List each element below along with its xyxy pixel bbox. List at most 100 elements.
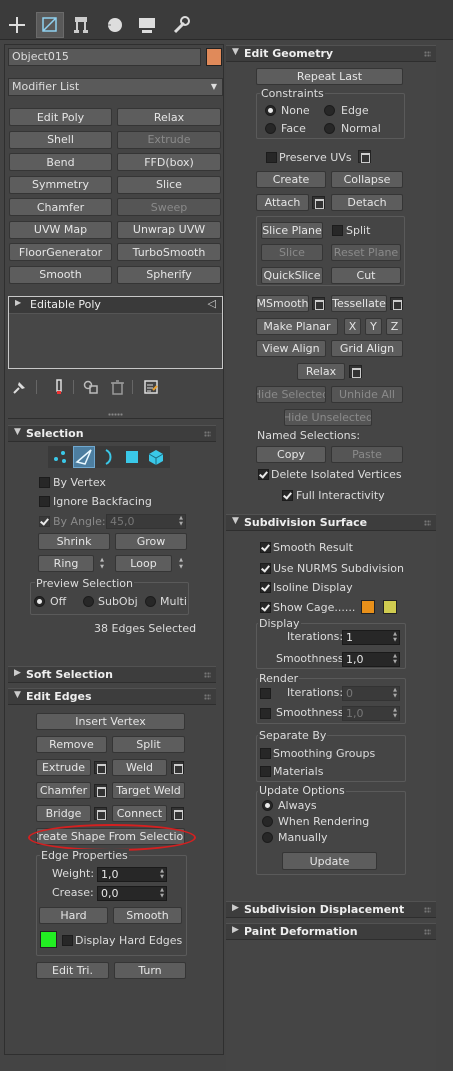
chamfer-button[interactable]: Chamfer <box>36 782 91 799</box>
smooth-button[interactable]: Smooth <box>113 907 182 924</box>
constraint-none-radio[interactable] <box>265 105 276 116</box>
connect-settings-icon[interactable] <box>171 807 184 820</box>
by-vertex-checkbox[interactable] <box>39 477 50 488</box>
modifier-button-relax[interactable]: Relax <box>117 108 221 126</box>
extrude-settings-icon[interactable] <box>94 761 107 774</box>
make-planar-button[interactable]: Make Planar <box>256 318 338 335</box>
update-button[interactable]: Update <box>282 852 377 870</box>
modifier-button-shell[interactable]: Shell <box>9 130 112 149</box>
update-always-radio[interactable] <box>262 800 273 811</box>
drag-grip-icon[interactable] <box>424 929 431 935</box>
show-end-result-icon[interactable] <box>50 378 72 400</box>
grow-button[interactable]: Grow <box>115 533 187 550</box>
hide-unselected-button[interactable]: Hide Unselected <box>284 409 372 426</box>
edit-geometry-rollout-header[interactable]: ▼ Edit Geometry <box>226 45 436 62</box>
unhide-all-button[interactable]: Unhide All <box>331 386 403 403</box>
hierarchy-tab-icon[interactable] <box>70 14 92 36</box>
render-smoothness-checkbox[interactable] <box>260 708 271 719</box>
motion-tab-icon[interactable] <box>104 14 126 36</box>
modifier-button-floorgenerator[interactable]: FloorGenerator <box>9 243 112 261</box>
modifier-button-bend[interactable]: Bend <box>9 153 112 171</box>
by-angle-spinner[interactable]: 45,0 <box>106 514 186 529</box>
modify-tab-icon[interactable] <box>36 12 64 38</box>
collapse-button[interactable]: Collapse <box>331 171 403 188</box>
loop-spinner-arrows[interactable]: ▲ ▼ <box>175 555 187 572</box>
panel-divider-grip[interactable] <box>108 413 123 416</box>
hard-edge-color-swatch[interactable] <box>40 931 57 948</box>
bridge-settings-icon[interactable] <box>94 807 107 820</box>
constraint-edge-radio[interactable] <box>324 105 335 116</box>
modifier-button-chamfer[interactable]: Chamfer <box>9 198 112 216</box>
split-button[interactable]: Split <box>112 736 185 753</box>
split-checkbox[interactable] <box>332 225 343 236</box>
modifier-button-slice[interactable]: Slice <box>117 175 221 194</box>
create-tab-icon[interactable] <box>6 14 28 36</box>
object-name-field[interactable]: Object015 <box>8 48 201 66</box>
edit-edges-rollout-header[interactable]: ▼ Edit Edges <box>8 688 216 705</box>
copy-button[interactable]: Copy <box>256 446 326 463</box>
weld-button[interactable]: Weld <box>112 759 167 776</box>
vertex-level-icon[interactable] <box>50 447 70 467</box>
selection-rollout-header[interactable]: ▼ Selection <box>8 425 216 442</box>
update-manually-radio[interactable] <box>262 832 273 843</box>
element-level-icon[interactable] <box>146 447 166 467</box>
hard-button[interactable]: Hard <box>39 907 108 924</box>
drag-grip-icon[interactable] <box>204 672 211 678</box>
show-cage-checkbox[interactable] <box>260 602 271 613</box>
display-hard-edges-checkbox[interactable] <box>62 935 73 946</box>
paint-deformation-rollout-header[interactable]: ▶ Paint Deformation <box>226 923 436 940</box>
smooth-result-checkbox[interactable] <box>260 542 271 553</box>
modifier-button-smooth[interactable]: Smooth <box>9 265 112 284</box>
modifier-button-sweep[interactable]: Sweep <box>117 198 221 216</box>
make-unique-icon[interactable] <box>82 378 104 400</box>
tessellate-settings-icon[interactable] <box>390 297 403 310</box>
msmooth-settings-icon[interactable] <box>312 297 325 310</box>
connect-button[interactable]: Connect <box>112 805 167 822</box>
drag-grip-icon[interactable] <box>424 51 431 57</box>
loop-button[interactable]: Loop <box>115 555 172 572</box>
modifier-button-uvw-map[interactable]: UVW Map <box>9 220 112 239</box>
soft-selection-rollout-header[interactable]: ▶ Soft Selection <box>8 666 216 683</box>
delete-isolated-vertices-checkbox[interactable] <box>258 469 269 480</box>
display-iterations-spinner[interactable]: 1 <box>342 630 400 645</box>
edge-level-icon[interactable] <box>73 446 95 468</box>
crease-spinner[interactable]: 0,0 <box>97 886 167 901</box>
paste-button[interactable]: Paste <box>331 446 403 463</box>
insert-vertex-button[interactable]: Insert Vertex <box>36 713 185 730</box>
attach-list-icon[interactable] <box>312 196 325 209</box>
isoline-display-checkbox[interactable] <box>260 582 271 593</box>
preview-off-radio[interactable] <box>34 596 45 607</box>
weight-spinner[interactable]: 1,0 <box>97 867 167 882</box>
by-angle-checkbox[interactable] <box>39 516 50 527</box>
planar-z-button[interactable]: Z <box>386 318 403 335</box>
full-interactivity-checkbox[interactable] <box>282 490 293 501</box>
drag-grip-icon[interactable] <box>424 907 431 913</box>
shrink-button[interactable]: Shrink <box>38 533 110 550</box>
modifier-list-dropdown[interactable]: Modifier List ▼ <box>8 78 223 96</box>
relax-settings-icon[interactable] <box>349 365 362 378</box>
stack-light-bulb-icon[interactable]: ◁ <box>208 297 216 310</box>
remove-button[interactable]: Remove <box>36 736 107 753</box>
target-weld-button[interactable]: Target Weld <box>112 782 185 799</box>
modifier-button-unwrap-uvw[interactable]: Unwrap UVW <box>117 220 221 239</box>
weld-settings-icon[interactable] <box>171 761 184 774</box>
render-smoothness-spinner[interactable]: 1,0 <box>342 706 400 721</box>
ring-button[interactable]: Ring <box>38 555 94 572</box>
remove-modifier-icon[interactable] <box>108 378 130 400</box>
slice-button[interactable]: Slice <box>261 244 323 261</box>
bridge-button[interactable]: Bridge <box>36 805 91 822</box>
modifier-button-edit-poly[interactable]: Edit Poly <box>9 108 112 126</box>
drag-grip-icon[interactable] <box>204 694 211 700</box>
subdivision-surface-rollout-header[interactable]: ▼ Subdivision Surface <box>226 514 436 531</box>
preserve-uvs-settings-icon[interactable] <box>358 150 371 163</box>
cage-color-swatch-1[interactable] <box>361 600 375 614</box>
display-smoothness-spinner[interactable]: 1,0 <box>342 652 400 667</box>
edit-tri-button[interactable]: Edit Tri. <box>36 962 109 979</box>
grid-align-button[interactable]: Grid Align <box>331 340 403 357</box>
modifier-button-turbosmooth[interactable]: TurboSmooth <box>117 243 221 261</box>
use-nurms-checkbox[interactable] <box>260 563 271 574</box>
materials-checkbox[interactable] <box>260 766 271 777</box>
render-iterations-checkbox[interactable] <box>260 688 271 699</box>
turn-button[interactable]: Turn <box>114 962 186 979</box>
smoothing-groups-checkbox[interactable] <box>260 748 271 759</box>
